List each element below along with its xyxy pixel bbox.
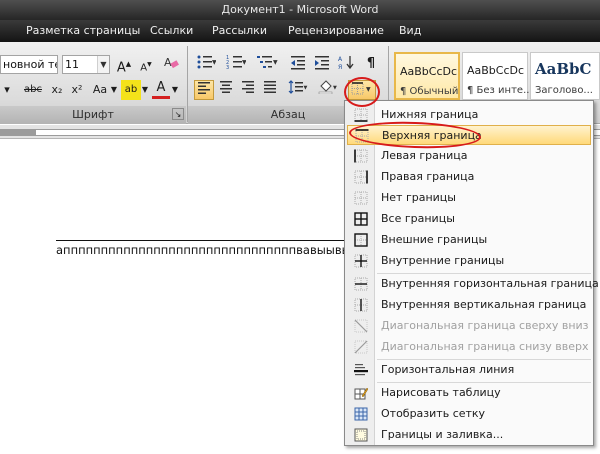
align-right-icon[interactable] [238,80,258,100]
line-spacing-icon[interactable]: ▼ [286,80,310,100]
border-bottom-icon [354,108,368,122]
shading-icon[interactable]: ▼ [316,80,340,100]
bullets-icon[interactable]: ▼ [194,54,218,74]
style-sample: AaBbCcDc [467,64,525,77]
strikethrough-button[interactable]: abc [20,80,46,100]
svg-text:▼: ▼ [242,59,246,66]
menu-item-draw-table[interactable]: Нарисовать таблицу [347,383,591,403]
dialog-launcher-icon[interactable]: ↘ [172,108,184,120]
window-title: Документ1 - Microsoft Word [0,0,600,20]
border-diagonal-down-icon [354,319,368,333]
menu-item-no-border[interactable]: Нет границы [347,188,591,208]
menu-item-view-gridlines[interactable]: Отобразить сетку [347,404,591,424]
font-group-label: Шрифт [0,106,186,124]
draw-table-icon [354,387,368,400]
decrease-indent-icon[interactable] [288,54,308,74]
border-left-icon [354,149,368,163]
annotation-circle [344,77,380,107]
border-inside-icon [354,254,368,268]
menu-item-borders-and-shading[interactable]: Границы и заливка... [347,425,591,445]
borders-menu: Нижняя граница Верхняя граница Левая гра… [344,100,599,446]
svg-text:Я: Я [338,64,342,70]
increase-indent-icon[interactable] [312,54,332,74]
menu-item-inside-horizontal-border[interactable]: Внутренняя горизонтальная граница [347,274,599,294]
multilevel-list-icon[interactable]: ▼ [254,54,280,74]
menu-item-outside-borders[interactable]: Внешние границы [347,230,591,250]
document-text[interactable]: апппппппппппппппппппппппппппппппвавыывыв [56,243,346,257]
menu-item-diagonal-down-border[interactable]: Диагональная граница сверху вниз [347,316,591,336]
tab-review[interactable]: Рецензирование [288,20,384,42]
font-color-button[interactable]: A [152,78,170,99]
border-inside-vertical-icon [354,298,368,312]
svg-text:A: A [338,56,343,63]
menu-item-all-borders[interactable]: Все границы [347,209,591,229]
numbering-icon[interactable]: 1 2 3 ▼ [224,54,248,74]
svg-text:▼: ▼ [212,59,216,66]
style-name: ¶ Без инте... [467,85,533,96]
style-heading-1[interactable]: AaBbC Заголово... [530,52,600,100]
style-name: Заголово... [535,85,593,96]
svg-text:▼: ▼ [304,85,308,91]
menu-item-horizontal-line[interactable]: Горизонтальная линия [347,360,591,380]
subscript-button[interactable]: x₂ [48,80,66,100]
chevron-down-icon[interactable]: ▼ [171,80,179,100]
border-right-icon [354,170,368,184]
border-none-icon [354,191,368,205]
shrink-font-icon[interactable]: A▼ [136,55,156,75]
font-name-combo[interactable]: новной те [0,55,58,74]
show-formatting-marks-icon[interactable]: ¶ [362,54,380,74]
style-no-spacing[interactable]: AaBbCcDc ¶ Без инте... [462,52,533,100]
font-size-value: 11 [65,58,79,71]
chevron-down-icon[interactable]: ▼ [97,56,109,73]
font-name-value: новной те [3,58,58,71]
change-case-button[interactable]: Aa [90,80,110,100]
border-inside-horizontal-icon [354,277,368,291]
grow-font-icon[interactable]: A▲ [114,54,134,75]
menu-item-inside-borders[interactable]: Внутренние границы [347,251,591,271]
menu-item-left-border[interactable]: Левая граница [347,146,591,166]
menu-item-right-border[interactable]: Правая граница [347,167,591,187]
paragraph-top-border [56,240,350,241]
menu-item-diagonal-up-border[interactable]: Диагональная граница снизу вверх [347,337,591,357]
style-sample: AaBbC [535,60,592,78]
view-gridlines-icon [354,407,368,421]
highlight-button[interactable]: ab [121,80,141,100]
style-sample: AaBbCcDc [400,65,458,78]
align-center-icon[interactable] [216,80,236,100]
underline-dropdown-icon[interactable]: ▾ [0,80,14,100]
justify-icon[interactable] [260,80,280,100]
tab-references[interactable]: Ссылки [150,20,193,42]
chevron-down-icon[interactable]: ▼ [141,80,149,100]
border-diagonal-up-icon [354,340,368,354]
svg-text:3: 3 [226,65,229,70]
horizontal-line-icon [354,364,368,376]
chevron-down-icon[interactable]: ▼ [110,80,118,100]
clear-formatting-icon[interactable]: A [161,54,181,74]
style-name: ¶ Обычный [400,86,459,97]
tab-view[interactable]: Вид [399,20,421,42]
font-size-combo[interactable]: 11 ▼ [62,55,110,74]
svg-text:A: A [164,56,172,69]
sort-icon[interactable]: AЯ [336,54,358,74]
borders-shading-icon [354,428,368,442]
border-outside-icon [354,233,368,247]
tab-mailings[interactable]: Рассылки [212,20,267,42]
tab-page-layout[interactable]: Разметка страницы [26,20,140,42]
svg-text:▼: ▼ [333,85,337,91]
superscript-button[interactable]: x² [68,80,86,100]
ribbon-tab-bar: Разметка страницы Ссылки Рассылки Реценз… [0,20,600,42]
style-normal[interactable]: AaBbCcDc ¶ Обычный [394,52,460,100]
svg-text:▼: ▼ [273,59,278,66]
menu-item-inside-vertical-border[interactable]: Внутренняя вертикальная граница [347,295,591,315]
align-left-icon[interactable] [194,80,214,100]
border-all-icon [354,212,368,226]
ruler-margin [0,129,36,136]
